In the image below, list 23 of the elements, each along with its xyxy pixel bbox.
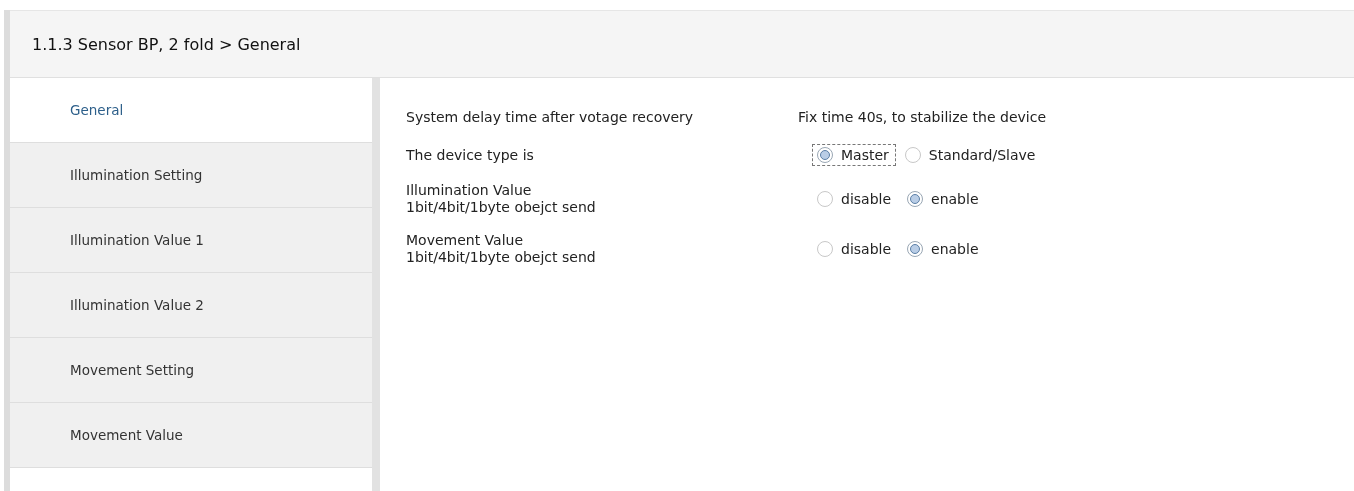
radio-option[interactable]: Standard/Slave	[899, 144, 1043, 166]
parameter-value: Fix time 40s, to stabilize the device	[798, 109, 1046, 125]
sidebar-item[interactable]: Illumination Value 2	[10, 273, 372, 338]
radio-button[interactable]	[904, 147, 921, 163]
sidebar-item[interactable]: Movement Setting	[10, 338, 372, 403]
parameter-label: System delay time after votage recovery	[406, 108, 695, 126]
radio-option[interactable]: disable	[812, 238, 899, 260]
parameter-label: The device type is	[406, 146, 535, 164]
radio-button[interactable]	[817, 241, 833, 257]
radio-option[interactable]: Master	[812, 144, 896, 166]
sidebar-item[interactable]: Illumination Setting	[10, 143, 372, 208]
parameter-label: Movement Value 1bit/4bit/1byte obejct send	[406, 232, 597, 266]
sidebar-item[interactable]: Illumination Value 1	[10, 208, 372, 273]
sidebar-item[interactable]: Movement Value	[10, 403, 372, 468]
radio-option[interactable]: enable	[902, 238, 986, 260]
radio-option[interactable]: disable	[812, 188, 899, 210]
radio-button[interactable]	[907, 241, 924, 257]
radio-button[interactable]	[817, 147, 833, 163]
parameter-label: Illumination Value 1bit/4bit/1byte obejct send	[406, 182, 597, 216]
radio-button[interactable]	[907, 191, 924, 207]
radio-option[interactable]: enable	[902, 188, 986, 210]
radio-button[interactable]	[817, 191, 833, 207]
panel-title: 1.1.3 Sensor BP, 2 fold > General	[10, 10, 1354, 78]
